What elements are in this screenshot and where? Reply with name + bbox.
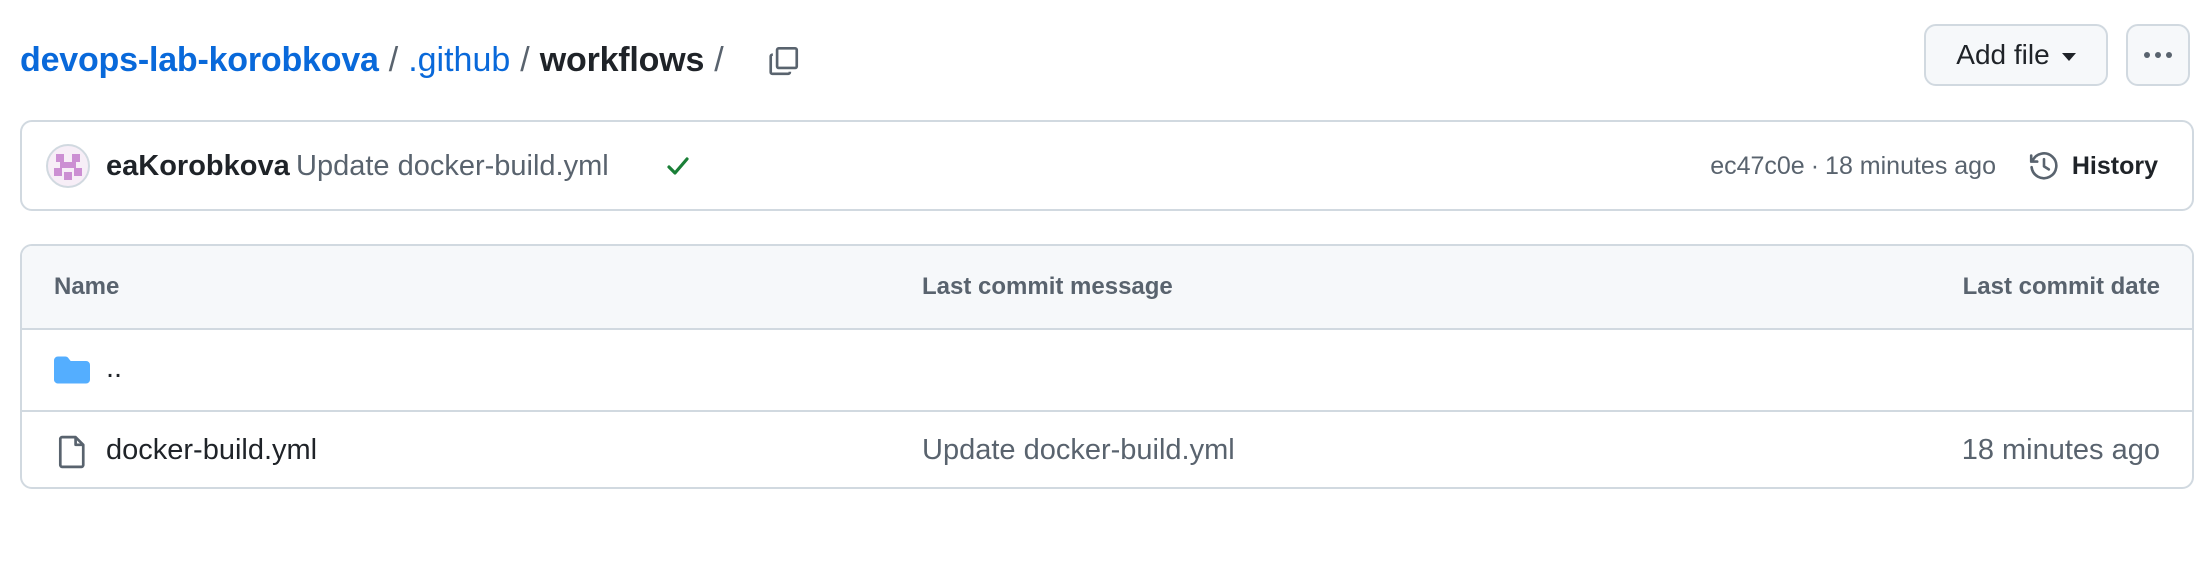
more-options-button[interactable] [2126,24,2190,86]
commit-hash-link[interactable]: ec47c0e [1710,152,1805,180]
file-name-link[interactable]: docker-build.yml [106,434,317,467]
copy-path-button[interactable] [760,36,808,84]
breadcrumb-separator: / [520,41,530,79]
row-commit-message[interactable]: Update docker-build.yml [922,434,1235,467]
copy-icon [769,46,798,76]
commit-meta: ec47c0e · 18 minutes ago [1710,152,1996,181]
breadcrumb-separator: / [714,41,724,79]
history-button[interactable]: History [2028,144,2158,188]
file-name-link[interactable]: .. [106,352,122,385]
column-header-name: Name [54,273,120,300]
breadcrumb-current-folder: workflows [539,41,705,79]
folder-icon [54,356,90,384]
identicon-icon [54,154,82,180]
check-icon[interactable] [662,150,694,182]
breadcrumb-separator: / [388,41,399,79]
file-navigation-bar: devops-lab-korobkova / .github / workflo… [20,18,2190,93]
history-icon [2029,152,2058,180]
file-icon [58,435,85,469]
column-header-message: Last commit message [922,273,1173,300]
triangle-down-icon [2061,53,2076,61]
table-header: Name Last commit message Last commit dat… [22,246,2192,330]
breadcrumb-repo-link[interactable]: devops-lab-korobkova [20,40,379,80]
commit-message-link[interactable]: Update docker-build.yml [296,150,609,183]
meta-separator: · [1810,152,1820,180]
row-commit-date: 18 minutes ago [1961,434,2160,466]
table-row[interactable]: docker-build.yml Update docker-build.yml… [22,410,2192,487]
add-file-button[interactable]: Add file [1924,24,2108,86]
history-label: History [2071,151,2158,180]
avatar[interactable] [46,144,90,188]
commit-author-link[interactable]: eaKorobkova [106,150,290,183]
column-header-date: Last commit date [1962,273,2160,300]
commit-time: 18 minutes ago [1825,152,1996,180]
latest-commit-box: eaKorobkova Update docker-build.yml ec47… [20,120,2194,211]
breadcrumb-folder-link[interactable]: .github [408,40,510,80]
kebab-horizontal-icon [2144,52,2172,58]
file-table: Name Last commit message Last commit dat… [20,244,2194,489]
add-file-label: Add file [1956,39,2050,70]
table-row-parent-directory[interactable]: .. [22,330,2192,410]
breadcrumb: devops-lab-korobkova / .github / workflo… [20,36,808,84]
